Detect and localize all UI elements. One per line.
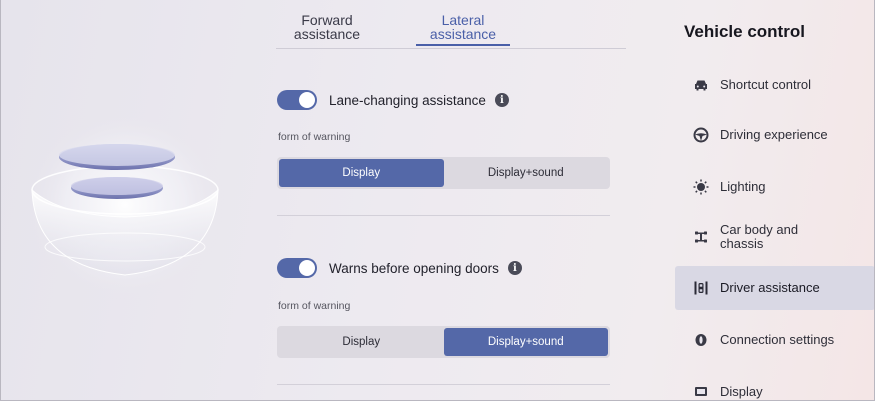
menu-item-driver-assistance[interactable]: Driver assistance: [675, 266, 875, 310]
display-icon: [692, 383, 710, 401]
steering-wheel-icon: [692, 126, 710, 144]
info-icon[interactable]: i: [507, 261, 522, 275]
menu-label: Connection settings: [720, 332, 835, 347]
panel-title: Vehicle control: [684, 22, 805, 41]
active-tab-indicator: [416, 44, 510, 46]
car-icon: [692, 76, 710, 94]
setting-label: Warns before opening doors: [329, 260, 499, 276]
menu-label: Driver assistance: [720, 280, 820, 295]
menu-label: Car body and chassis: [720, 222, 799, 251]
chassis-icon: [692, 228, 710, 246]
warning-form-selector: Display Display+sound: [277, 326, 610, 358]
form-of-warning-label: form of warning: [278, 300, 351, 312]
warning-form-selector: Display Display+sound: [277, 157, 610, 189]
setting-label: Lane-changing assistance: [329, 92, 486, 108]
lane-changing-toggle[interactable]: [277, 90, 317, 110]
menu-item-car-body-chassis[interactable]: Car body and chassis: [675, 215, 875, 259]
menu-label: Shortcut control: [720, 77, 812, 92]
light-bulb-icon: [692, 178, 710, 196]
lane-assist-icon: [692, 279, 710, 297]
option-display[interactable]: Display: [279, 328, 444, 356]
menu-label: Lighting: [720, 179, 766, 194]
menu-item-connection-settings[interactable]: Connection settings: [675, 318, 875, 362]
section-divider: [277, 384, 610, 385]
tab-forward-assistance[interactable]: Forward assistance: [280, 13, 374, 41]
door-opening-setting: Warns before opening doors i: [277, 258, 522, 278]
tab-label: Forward assistance: [293, 12, 361, 42]
lane-changing-setting: Lane-changing assistance i: [277, 90, 509, 110]
option-display[interactable]: Display: [279, 159, 444, 187]
option-display-sound[interactable]: Display+sound: [444, 159, 609, 187]
tab-lateral-assistance[interactable]: Lateral assistance: [416, 12, 510, 46]
driver-assistance-graphic: [20, 95, 230, 310]
toggle-knob: [299, 260, 315, 276]
menu-item-shortcut-control[interactable]: Shortcut control: [675, 63, 875, 107]
section-divider: [277, 215, 610, 216]
info-icon[interactable]: i: [494, 93, 509, 107]
connection-icon: [692, 331, 710, 349]
toggle-knob: [299, 92, 315, 108]
tabs-divider: [276, 48, 626, 49]
form-of-warning-label: form of warning: [278, 131, 351, 143]
assistance-tabs: Forward assistance Lateral assistance: [276, 13, 626, 49]
option-display-sound[interactable]: Display+sound: [443, 328, 608, 356]
tab-label: Lateral assistance: [429, 12, 497, 42]
menu-label: Driving experience: [720, 127, 828, 142]
menu-item-driving-experience[interactable]: Driving experience: [675, 113, 875, 157]
menu-label: Display: [720, 384, 763, 399]
menu-item-lighting[interactable]: Lighting: [675, 165, 875, 209]
menu-item-display[interactable]: Display: [675, 370, 875, 401]
door-warning-toggle[interactable]: [277, 258, 317, 278]
